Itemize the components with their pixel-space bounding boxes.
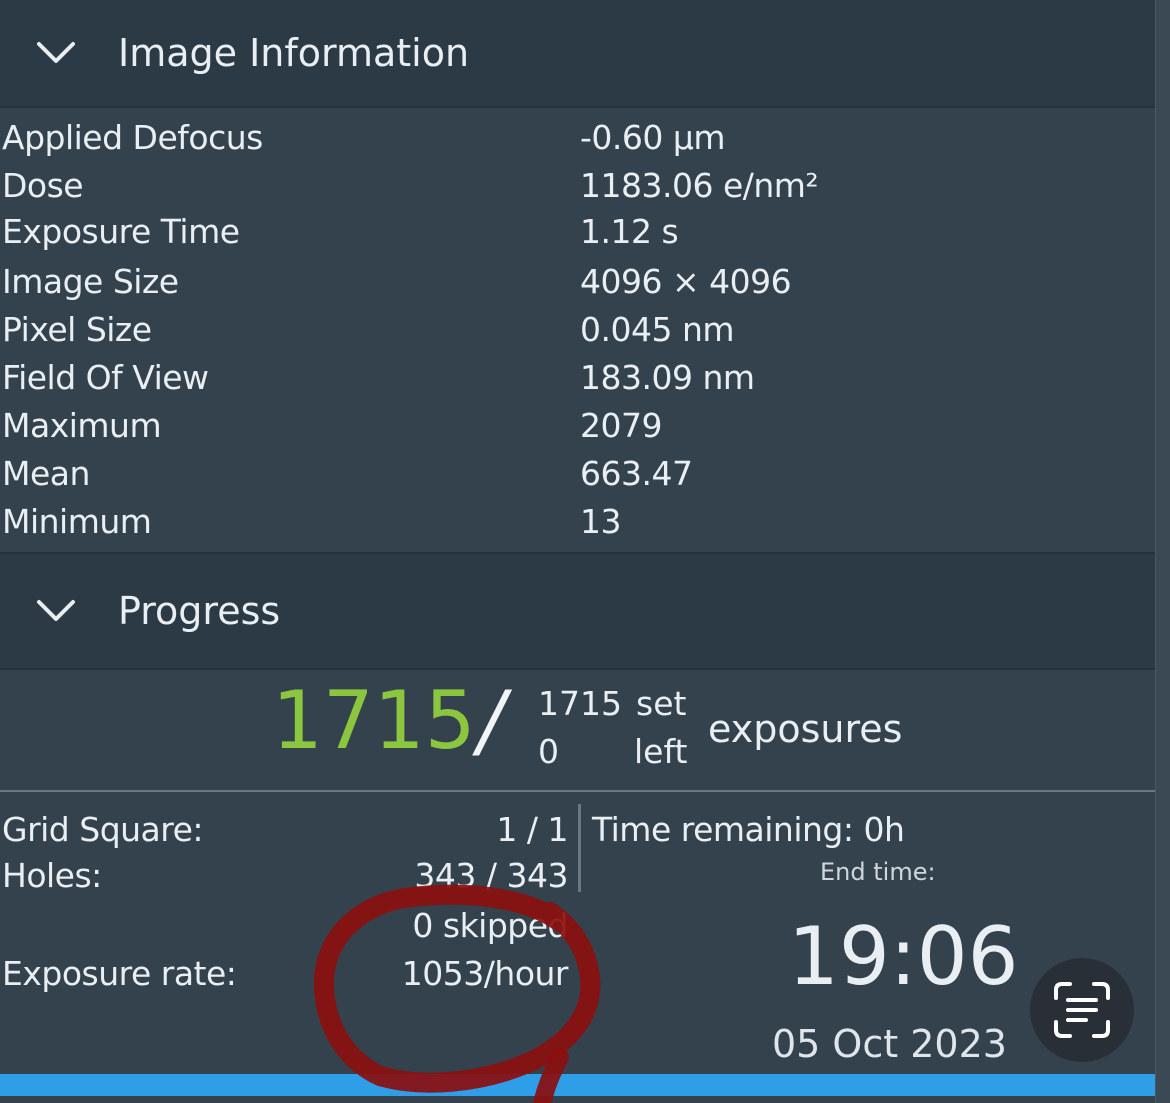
image-information-header[interactable]: Image Information: [0, 0, 1155, 108]
info-label: Dose: [2, 166, 84, 205]
left-exposures-count: 0: [538, 732, 559, 771]
set-label: set: [636, 684, 687, 723]
scan-text-button[interactable]: [1030, 958, 1134, 1062]
progress-header[interactable]: Progress: [0, 552, 1155, 670]
info-value: 4096 × 4096: [580, 262, 792, 301]
chevron-down-icon[interactable]: [36, 599, 76, 623]
info-row: Pixel Size 0.045 nm: [0, 310, 1150, 358]
grid-square-label: Grid Square:: [2, 810, 204, 849]
end-time-label: End time:: [820, 858, 936, 886]
image-information-title: Image Information: [118, 31, 470, 75]
chevron-down-icon[interactable]: [36, 41, 76, 65]
count-separator: /: [478, 674, 505, 767]
info-label: Field Of View: [2, 358, 209, 397]
completed-exposures-count: 1715: [272, 674, 476, 767]
grid-square-value: 1 / 1: [496, 810, 568, 849]
info-row: Image Size 4096 × 4096: [0, 262, 1150, 310]
scrollbar[interactable]: [1155, 0, 1170, 1103]
info-row: Applied Defocus -0.60 µm: [0, 118, 1150, 166]
info-label: Applied Defocus: [2, 118, 263, 157]
end-date-value: 05 Oct 2023: [772, 1022, 1007, 1066]
exposure-rate-label: Exposure rate:: [2, 954, 237, 993]
info-row: Dose 1183.06 e/nm²: [0, 166, 1150, 214]
scan-text-icon: [1054, 982, 1110, 1038]
stats-divider: [578, 804, 581, 892]
info-value: 1.12 s: [580, 212, 679, 251]
info-value: 2079: [580, 406, 662, 445]
progress-title: Progress: [118, 589, 281, 633]
exposures-unit-label: exposures: [708, 707, 903, 751]
info-label: Exposure Time: [2, 212, 240, 251]
info-label: Mean: [2, 454, 90, 493]
skipped-value: 0 skipped: [412, 906, 568, 945]
info-label: Pixel Size: [2, 310, 152, 349]
info-label: Minimum: [2, 502, 152, 541]
time-remaining: Time remaining: 0h: [592, 810, 905, 849]
set-exposures-count: 1715: [538, 684, 622, 723]
info-row: Field Of View 183.09 nm: [0, 358, 1150, 406]
info-label: Maximum: [2, 406, 162, 445]
holes-label: Holes:: [2, 856, 102, 895]
info-value: 0.045 nm: [580, 310, 735, 349]
info-value: 663.47: [580, 454, 693, 493]
info-row: Exposure Time 1.12 s: [0, 212, 1150, 260]
info-row: Mean 663.47: [0, 454, 1150, 502]
info-value: 1183.06 e/nm²: [580, 166, 819, 205]
info-row: Maximum 2079: [0, 406, 1150, 454]
end-time-value: 19:06: [788, 910, 1019, 1003]
info-value: 13: [580, 502, 622, 541]
info-label: Image Size: [2, 262, 179, 301]
left-label: left: [634, 732, 688, 771]
progress-bar-fill: [0, 1074, 1155, 1096]
progress-bar: [0, 1074, 1155, 1096]
info-value: -0.60 µm: [580, 118, 726, 157]
info-value: 183.09 nm: [580, 358, 755, 397]
holes-value: 343 / 343: [414, 856, 568, 895]
info-row: Minimum 13: [0, 502, 1150, 550]
exposure-rate-value: 1053/hour: [401, 954, 569, 993]
